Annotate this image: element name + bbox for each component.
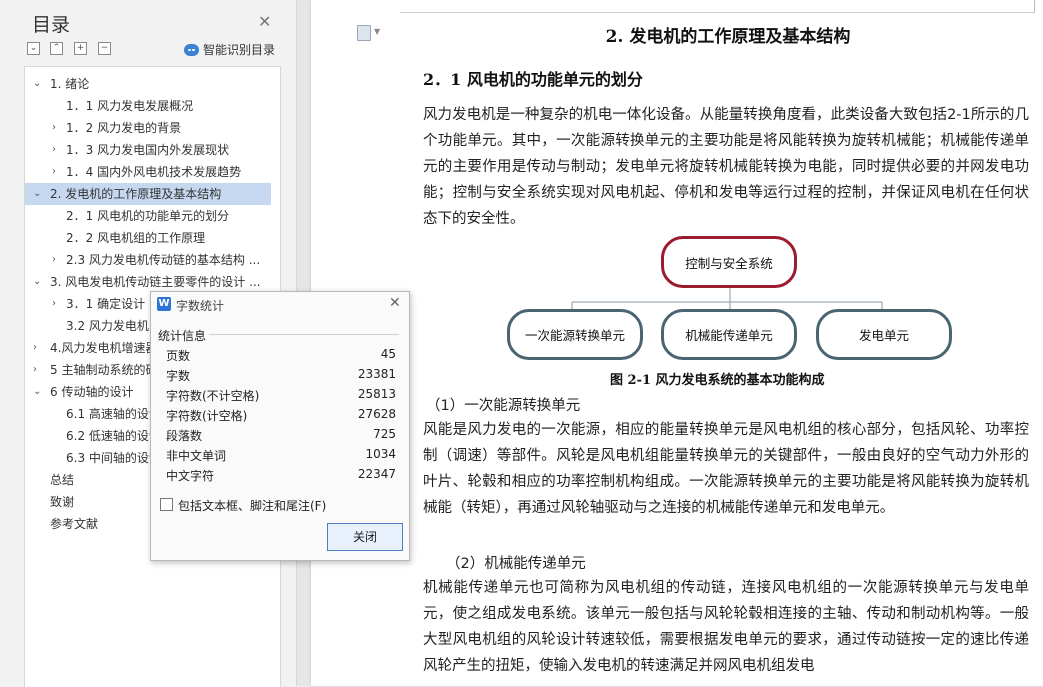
close-icon[interactable]: ✕: [389, 295, 401, 311]
stats-group-label: 统计信息: [158, 329, 207, 343]
toc-item-label: 3.2 风力发电机: [66, 319, 149, 333]
stat-row: 字符数(计空格) 27628: [166, 407, 396, 427]
stat-row: 字符数(不计空格) 25813: [166, 387, 396, 407]
smart-toc-label: 智能识别目录: [203, 43, 276, 57]
figure-caption: 图 2-1 风力发电系统的基本功能构成: [610, 373, 825, 388]
dialog-title: 字数统计: [176, 299, 225, 313]
close-button[interactable]: 关闭: [327, 523, 403, 551]
subheading: （2）机械能传递单元: [446, 556, 586, 572]
stat-label: 非中文单词: [166, 449, 227, 463]
toc-item-label: 致谢: [50, 495, 75, 509]
stat-row: 字数 23381: [166, 367, 396, 387]
toc-item-label: 2. 发电机的工作原理及基本结构: [50, 187, 222, 201]
diagram-node-mechanical: 机械能传递单元: [661, 309, 797, 360]
chevron-right-icon[interactable]: ›: [52, 293, 56, 315]
subheading: （1）一次能源转换单元: [426, 398, 581, 414]
toc-item-label: 1．1 风力发电发展概况: [66, 99, 194, 113]
paragraph: 风能是风力发电的一次能源，相应的能量转换单元是风电机组的核心部分，包括风轮、功率…: [423, 422, 1029, 516]
toc-item-label: 3. 风电发电机传动链主要零件的设计 ...: [50, 275, 261, 289]
stat-label: 字数: [166, 369, 191, 383]
toc-item-label: 4.风力发电机增速器: [50, 341, 158, 355]
chevron-down-icon[interactable]: ⌄: [33, 73, 41, 95]
stat-row: 中文字符 22347: [166, 467, 396, 487]
stat-label: 段落数: [166, 429, 203, 443]
toc-item[interactable]: ⌄ 1. 绪论: [25, 73, 271, 95]
toc-item-label: 1．3 风力发电国内外发展现状: [66, 143, 230, 157]
toc-item-label: 2．1 风电机的功能单元的划分: [66, 209, 230, 223]
stat-label: 字符数(计空格): [166, 409, 248, 423]
stat-value: 25813: [357, 387, 396, 401]
toc-item[interactable]: ⌄ 2. 发电机的工作原理及基本结构: [25, 183, 271, 205]
stat-row: 段落数 725: [166, 427, 396, 447]
stat-row: 页数 45: [166, 347, 396, 367]
chevron-down-icon[interactable]: ▼: [374, 27, 380, 36]
chevron-down-icon[interactable]: ⌄: [33, 271, 41, 293]
stat-label: 字符数(不计空格): [166, 389, 260, 403]
toc-item-label: 1．2 风力发电的背景: [66, 121, 182, 135]
toc-item[interactable]: 2．2 风电机组的工作原理: [25, 227, 271, 249]
include-notes-checkbox[interactable]: [160, 498, 173, 511]
toc-item-label: 参考文献: [50, 517, 99, 531]
chapter-heading: 2. 发电机的工作原理及基本结构: [605, 27, 851, 47]
stat-label: 中文字符: [166, 469, 215, 483]
stat-value: 45: [380, 347, 396, 361]
function-diagram: 控制与安全系统 一次能源转换单元 机械能传递单元 发电单元: [500, 232, 960, 362]
toc-item-label: 2.3 风力发电机传动链的基本结构 ...: [66, 253, 261, 267]
group-divider: [209, 334, 399, 335]
expand-up-icon[interactable]: ⌃: [50, 42, 63, 55]
paragraph: 风力发电机是一种复杂的机电一体化设备。从能量转换角度看，此类设备大致包括2-1所…: [423, 107, 1029, 227]
toc-item-label: 1．4 国内外风电机技术发展趋势: [66, 165, 242, 179]
stat-value: 23381: [357, 367, 396, 381]
chevron-right-icon[interactable]: ›: [33, 359, 37, 381]
diagram-node-primary: 一次能源转换单元: [507, 309, 643, 360]
wps-writer-icon: W: [157, 297, 171, 311]
toc-item-label: 6 传动轴的设计: [50, 385, 134, 399]
diagram-node-generator: 发电单元: [816, 309, 952, 360]
toc-item-label: 2．2 风电机组的工作原理: [66, 231, 206, 245]
chevron-right-icon[interactable]: ›: [52, 161, 56, 183]
smart-toc-button[interactable]: 智能识别目录: [184, 41, 275, 58]
chevron-right-icon[interactable]: ›: [52, 249, 56, 271]
margin-corner: [1034, 0, 1035, 13]
stat-label: 页数: [166, 349, 191, 363]
toc-item-label: 3．1 确定设计: [66, 297, 146, 311]
stat-value: 27628: [357, 407, 396, 421]
toc-item[interactable]: 2．1 风电机的功能单元的划分: [25, 205, 271, 227]
remove-heading-icon[interactable]: −: [98, 42, 111, 55]
word-count-dialog: W 字数统计 ✕ 统计信息 页数 45 字数 23381 字符数(不计空格) 25813 字…: [150, 291, 410, 561]
add-heading-icon[interactable]: +: [74, 42, 87, 55]
toc-item[interactable]: › 2.3 风力发电机传动链的基本结构 ...: [25, 249, 271, 271]
chevron-down-icon[interactable]: ⌄: [33, 183, 41, 205]
toc-title: 目录: [32, 14, 71, 36]
toc-item[interactable]: ⌄ 3. 风电发电机传动链主要零件的设计 ...: [25, 271, 271, 293]
toc-item-label: 总结: [50, 473, 75, 487]
include-notes-label[interactable]: 包括文本框、脚注和尾注(F): [178, 497, 326, 514]
toc-item-label: 1. 绪论: [50, 77, 90, 91]
section-heading: 2．1 风电机的功能单元的划分: [423, 70, 643, 89]
toc-item[interactable]: › 1．3 风力发电国内外发展现状: [25, 139, 271, 161]
margin-line: [401, 12, 1034, 13]
stat-value: 1034: [365, 447, 396, 461]
stat-value: 725: [373, 427, 396, 441]
chevron-right-icon[interactable]: ›: [33, 337, 37, 359]
toc-item-label: 6.2 低速轴的设计: [66, 429, 161, 443]
page-icon[interactable]: [357, 25, 371, 41]
toc-item-label: 6.1 高速轴的设计: [66, 407, 161, 421]
toc-item[interactable]: 1．1 风力发电发展概况: [25, 95, 271, 117]
paragraph: 机械能传递单元也可简称为风电机组的传动链，连接风电机组的一次能源转换单元与发电单…: [423, 580, 1029, 674]
stat-row: 非中文单词 1034: [166, 447, 396, 467]
toc-item[interactable]: › 1．4 国内外风电机技术发展趋势: [25, 161, 271, 183]
collapse-all-icon[interactable]: ⌄: [27, 42, 40, 55]
diagram-node-control: 控制与安全系统: [661, 236, 797, 288]
chevron-right-icon[interactable]: ›: [52, 139, 56, 161]
toc-item-label: 5 主轴制动系统的研: [50, 363, 158, 377]
stat-value: 22347: [357, 467, 396, 481]
toc-item[interactable]: › 1．2 风力发电的背景: [25, 117, 271, 139]
close-icon[interactable]: ✕: [258, 12, 271, 31]
robot-icon: [184, 43, 199, 56]
chevron-down-icon[interactable]: ⌄: [33, 381, 41, 403]
toc-item-label: 6.3 中间轴的设计: [66, 451, 161, 465]
chevron-right-icon[interactable]: ›: [52, 117, 56, 139]
